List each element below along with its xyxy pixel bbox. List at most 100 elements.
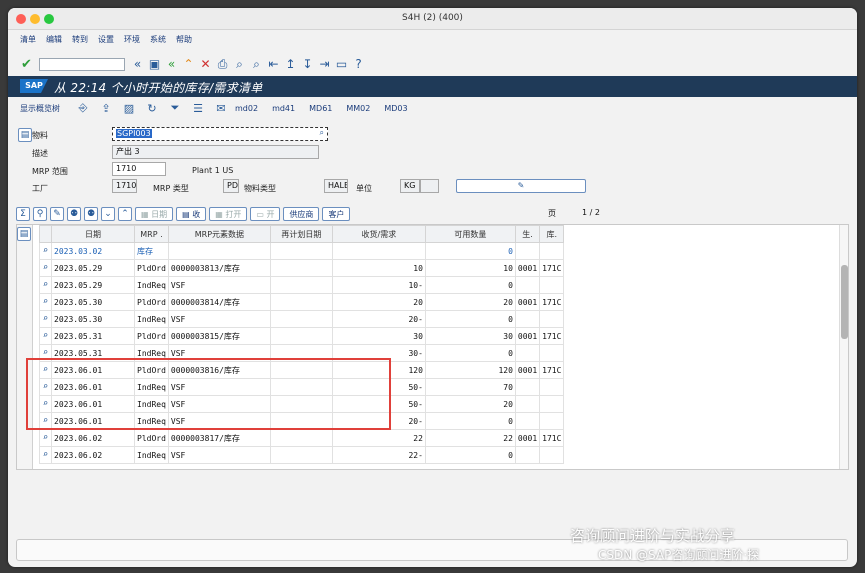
row-detail-icon[interactable]: ⌕ [39,242,52,260]
help-icon[interactable]: ? [350,56,367,73]
mrp-list-grid: ▤ 日期 MRP . MRP元素数据 再计划日期 收货/需求 可用数量 生. 库… [16,224,849,470]
sum-icon[interactable]: Σ [16,207,30,221]
row-detail-icon[interactable]: ⌕ [39,327,52,345]
menu-settings[interactable]: 设置 [98,34,114,48]
scrollbar-thumb[interactable] [841,265,848,339]
menu-list[interactable]: 清单 [20,34,36,48]
refresh-icon[interactable]: ↻ [143,102,161,115]
cell-stor: 171C [539,429,565,447]
cell-avail: 0 [424,412,516,430]
mrp-type-field: PD [223,179,239,193]
navigate-icon[interactable]: ⎆ [74,101,92,115]
header-mrp-element[interactable]: MRP . [134,225,169,243]
select-all-icon[interactable]: ▤ [17,227,31,241]
header-production-version[interactable]: 生. [514,225,541,243]
cell-prod: 0001 [514,361,541,379]
cell-prod [514,242,541,260]
user-icon[interactable]: ⚉ [67,207,81,221]
enter-check-icon[interactable]: ✔ [18,56,35,73]
menu-goto[interactable]: 转到 [72,34,88,48]
link-md03[interactable]: MD03 [384,104,407,113]
header-reschedule-date[interactable]: 再计划日期 [269,225,333,243]
search-icon[interactable]: ⌕ [320,128,324,138]
find-in-list-icon[interactable]: ⚲ [33,207,47,221]
cell-resched [269,293,333,311]
user-settings-icon[interactable]: ⚉ [84,207,98,221]
open-button[interactable]: ▦ 打开 [209,207,248,221]
cell-prod: 0001 [514,293,541,311]
table-row[interactable]: ⌕ 2023.05.30 PldOrd 0000003814/库存 20 20 0001 17… [39,293,565,311]
layout-icon[interactable]: ▭ [333,56,350,73]
cell-mrp: PldOrd [134,259,169,277]
table-row[interactable]: ⌕ 2023.05.29 PldOrd 0000003813/库存 10 10 0001 17… [39,259,565,277]
menu-system[interactable]: 系统 [150,34,166,48]
filter-icon[interactable]: ⏷ [166,101,184,115]
material-detail-icon[interactable]: ▤ [18,128,32,142]
menu-environment[interactable]: 环境 [124,34,140,48]
previous-page-icon[interactable]: ↥ [282,56,299,73]
cell-elem: VSF [167,276,271,294]
standard-toolbar: ✔ « ▣ « ⌃ ✕ ⎙ ⌕ ⌕ ⇤ ↥ ↧ ⇥ ▭ ? [18,53,848,75]
cell-stor: 171C [539,293,565,311]
last-page-icon[interactable]: ⇥ [316,56,333,73]
open-secondary-button[interactable]: ▭ 开 [250,207,281,221]
menu-edit[interactable]: 编辑 [46,34,62,48]
row-detail-icon[interactable]: ⌕ [39,310,52,328]
cell-avail: 20 [424,395,516,413]
row-detail-icon[interactable]: ⌕ [39,446,52,464]
vertical-scrollbar[interactable] [839,225,848,469]
find-icon[interactable]: ⌕ [231,56,248,73]
cell-prod: 0001 [514,327,541,345]
header-storage-location[interactable]: 库. [539,225,565,243]
history-chevron-icon[interactable]: « [129,56,146,73]
command-field[interactable] [39,57,125,71]
cancel-icon[interactable]: ✕ [197,56,214,73]
mrp-area-field[interactable]: 1710 [112,162,166,176]
next-page-icon[interactable]: ↧ [299,56,316,73]
change-icon[interactable]: ✎ [50,207,64,221]
mail-icon[interactable]: ✉ [212,102,230,115]
edit-button[interactable]: ✎ [456,179,586,193]
collapse-all-icon[interactable]: ⌃ [118,207,132,221]
find-next-icon[interactable]: ⌕ [248,56,265,73]
table-row[interactable]: ⌕ 2023.05.29 IndReq VSF 10- 0 [39,276,565,294]
table-row[interactable]: ⌕ 2023.05.30 IndReq VSF 20- 0 [39,310,565,328]
header-date[interactable]: 日期 [51,225,135,243]
row-detail-icon[interactable]: ⌕ [39,293,52,311]
vendor-button[interactable]: 供应商 [283,207,320,221]
row-detail-icon[interactable]: ⌕ [39,259,52,277]
table-row[interactable]: ⌕ 2023.06.02 IndReq VSF 22- 0 [39,446,565,464]
table-row[interactable]: ⌕ 2023.03.02 库存 0 [39,242,565,260]
cell-avail: 0 [424,276,516,294]
picture-icon[interactable]: ▨ [120,102,138,115]
material-input[interactable]: SGPI003 ⌕ [112,127,328,141]
print-icon[interactable]: ⎙ [214,56,231,73]
date-button[interactable]: ▦ 日期 [135,207,174,221]
row-detail-icon[interactable]: ⌕ [39,276,52,294]
header-available-qty[interactable]: 可用数量 [424,225,516,243]
first-page-icon[interactable]: ⇤ [265,56,282,73]
link-md61[interactable]: MD61 [309,104,332,113]
export-icon[interactable]: ⇪ [97,102,115,115]
link-md02[interactable]: md02 [235,104,258,113]
row-detail-icon[interactable]: ⌕ [39,429,52,447]
table-row[interactable]: ⌕ 2023.05.31 PldOrd 0000003815/库存 30 30 0001 17… [39,327,565,345]
table-row[interactable]: ⌕ 2023.06.02 PldOrd 0000003817/库存 22 22 0001 17… [39,429,565,447]
expand-all-icon[interactable]: ⌄ [101,207,115,221]
link-md41[interactable]: md41 [272,104,295,113]
link-mm02[interactable]: MM02 [346,104,370,113]
customer-button[interactable]: 客户 [322,207,351,221]
list-icon[interactable]: ☰ [189,102,207,115]
show-overview-tree-button[interactable]: 显示概览树 [20,103,60,114]
cell-date: 2023.06.02 [51,446,135,464]
cell-resched [269,310,333,328]
menu-help[interactable]: 帮助 [176,34,192,48]
page-label: 页 [548,209,556,218]
receipt-button[interactable]: ▤ 收 [176,207,207,221]
header-mrp-element-data[interactable]: MRP元素数据 [167,225,271,243]
save-icon[interactable]: ▣ [146,56,163,73]
exit-icon[interactable]: ⌃ [180,56,197,73]
back-icon[interactable]: « [163,56,180,73]
header-receipt-requirement[interactable]: 收货/需求 [331,225,426,243]
cell-resched [269,242,333,260]
